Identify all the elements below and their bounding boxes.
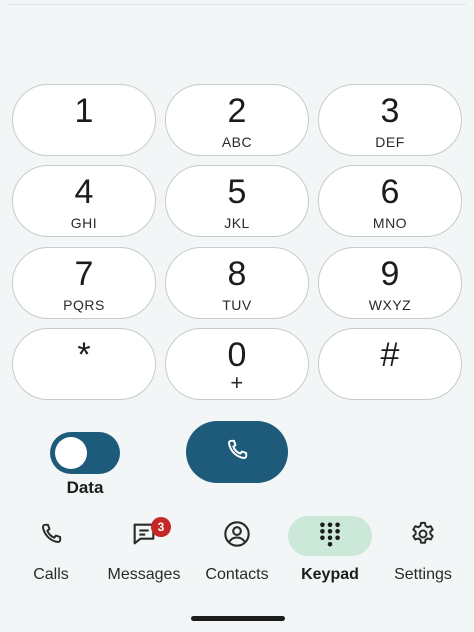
- key-letters: +: [230, 370, 244, 395]
- account-icon: [223, 520, 251, 553]
- key-1[interactable]: 1: [12, 84, 156, 156]
- nav-icon-wrap: [195, 516, 279, 556]
- nav-calls[interactable]: Calls: [9, 516, 93, 584]
- key-letters: TUV: [222, 297, 252, 313]
- nav-label: Messages: [107, 566, 181, 583]
- nav-messages[interactable]: 3 Messages: [102, 516, 186, 584]
- key-pound[interactable]: #: [318, 328, 462, 400]
- key-digit: 8: [227, 255, 247, 293]
- dialer-screen: 1 2 ABC 3 DEF 4 GHI 5 JKL 6 MNO 7 PQRS 8…: [0, 0, 474, 632]
- key-letters: PQRS: [63, 297, 105, 313]
- key-letters: JKL: [224, 215, 250, 231]
- unread-badge: 3: [151, 517, 171, 537]
- nav-icon-wrap: [381, 516, 465, 556]
- home-indicator[interactable]: [191, 616, 285, 621]
- key-digit: 4: [74, 173, 94, 211]
- key-digit: 2: [227, 92, 247, 130]
- key-0[interactable]: 0 +: [165, 328, 309, 400]
- key-letters: WXYZ: [368, 297, 412, 313]
- key-8[interactable]: 8 TUV: [165, 247, 309, 319]
- nav-label: Calls: [33, 566, 69, 583]
- data-label: Data: [66, 478, 104, 497]
- phone-icon: [38, 521, 64, 552]
- nav-icon-wrap: 3: [102, 516, 186, 556]
- nav-label: Settings: [394, 566, 452, 583]
- key-digit: 6: [380, 173, 400, 211]
- nav-icon-wrap: [288, 516, 372, 556]
- key-3[interactable]: 3 DEF: [318, 84, 462, 156]
- nav-keypad[interactable]: Keypad: [288, 516, 372, 584]
- top-divider: [8, 4, 466, 5]
- key-letters: DEF: [375, 134, 405, 150]
- key-digit: 5: [227, 173, 247, 211]
- key-digit: 1: [74, 92, 94, 130]
- nav-settings[interactable]: Settings: [381, 516, 465, 584]
- key-5[interactable]: 5 JKL: [165, 165, 309, 237]
- key-2[interactable]: 2 ABC: [165, 84, 309, 156]
- nav-icon-wrap: [9, 516, 93, 556]
- key-letters: MNO: [372, 215, 408, 231]
- key-digit: 9: [380, 255, 400, 293]
- key-digit: 0: [227, 336, 247, 374]
- key-6[interactable]: 6 MNO: [318, 165, 462, 237]
- dialpad-icon: [317, 521, 343, 552]
- nav-label: Contacts: [205, 566, 269, 583]
- key-letters: GHI: [70, 215, 98, 231]
- nav-contacts[interactable]: Contacts: [195, 516, 279, 584]
- key-digit: #: [380, 336, 400, 374]
- key-digit: 3: [380, 92, 400, 130]
- key-letters: ABC: [221, 134, 253, 150]
- data-toggle[interactable]: [50, 432, 120, 474]
- gear-icon: [409, 520, 437, 553]
- key-4[interactable]: 4 GHI: [12, 165, 156, 237]
- toggle-knob: [55, 437, 87, 469]
- key-7[interactable]: 7 PQRS: [12, 247, 156, 319]
- key-star[interactable]: *: [12, 328, 156, 400]
- nav-label: Keypad: [301, 566, 359, 583]
- key-9[interactable]: 9 WXYZ: [318, 247, 462, 319]
- call-button[interactable]: [186, 421, 288, 483]
- key-digit: *: [77, 336, 91, 374]
- phone-icon: [224, 437, 250, 468]
- key-digit: 7: [74, 255, 94, 293]
